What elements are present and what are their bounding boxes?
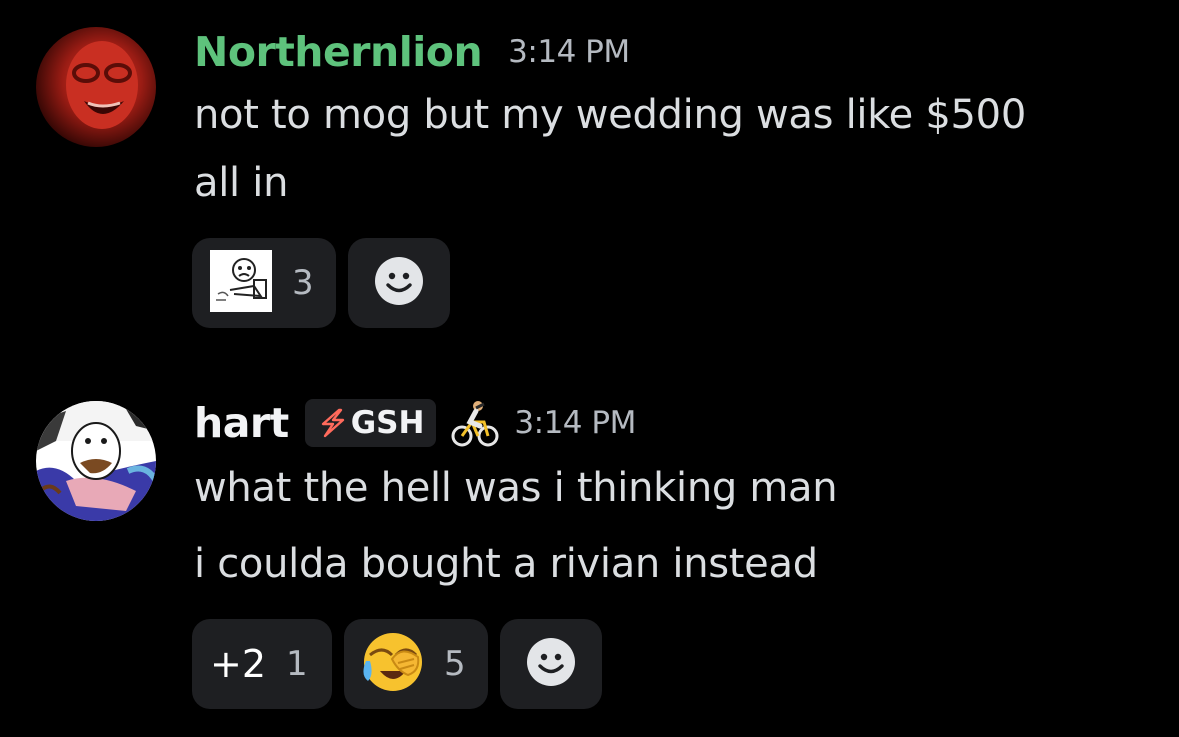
add-reaction-button[interactable] xyxy=(348,238,450,328)
username[interactable]: hart xyxy=(194,399,289,447)
reaction-bar: 3 xyxy=(192,238,450,328)
message-header: Northernlion 3:14 PM xyxy=(194,24,630,80)
reaction-button[interactable]: 5 xyxy=(344,619,488,709)
timestamp: 3:14 PM xyxy=(514,405,636,441)
message-text: not to mog but my wedding was like $500 xyxy=(194,92,1026,138)
username[interactable]: Northernlion xyxy=(194,28,483,76)
add-reaction-button[interactable] xyxy=(500,619,602,709)
chat-window: Northernlion 3:14 PM not to mog but my w… xyxy=(0,0,1179,737)
reaction-bar: +2 1 5 xyxy=(192,619,602,709)
reaction-count: 5 xyxy=(444,644,466,684)
message-text: i coulda bought a rivian instead xyxy=(194,541,818,587)
add-reaction-icon xyxy=(526,637,576,691)
avatar[interactable] xyxy=(36,27,156,147)
guild-tag[interactable]: GSH xyxy=(304,399,437,447)
rage-comic-meme-icon xyxy=(210,250,272,316)
face-holding-back-tears-emoji xyxy=(362,631,424,697)
avatar[interactable] xyxy=(36,401,156,521)
reaction-count: 3 xyxy=(292,263,314,303)
guild-tag-label: GSH xyxy=(350,405,425,441)
message-text: all in xyxy=(194,160,289,206)
reaction-button[interactable]: +2 1 xyxy=(192,619,332,709)
timestamp: 3:14 PM xyxy=(508,34,630,70)
reaction-count: 1 xyxy=(286,644,308,684)
message-text: what the hell was i thinking man xyxy=(194,465,838,511)
person-biking-emoji xyxy=(450,398,500,448)
message-header: hart GSH 3:14 PM xyxy=(194,395,636,451)
reaction-button[interactable]: 3 xyxy=(192,238,336,328)
plus-two-emoji: +2 xyxy=(210,642,267,686)
add-reaction-icon xyxy=(374,256,424,310)
lightning-icon xyxy=(321,408,344,438)
